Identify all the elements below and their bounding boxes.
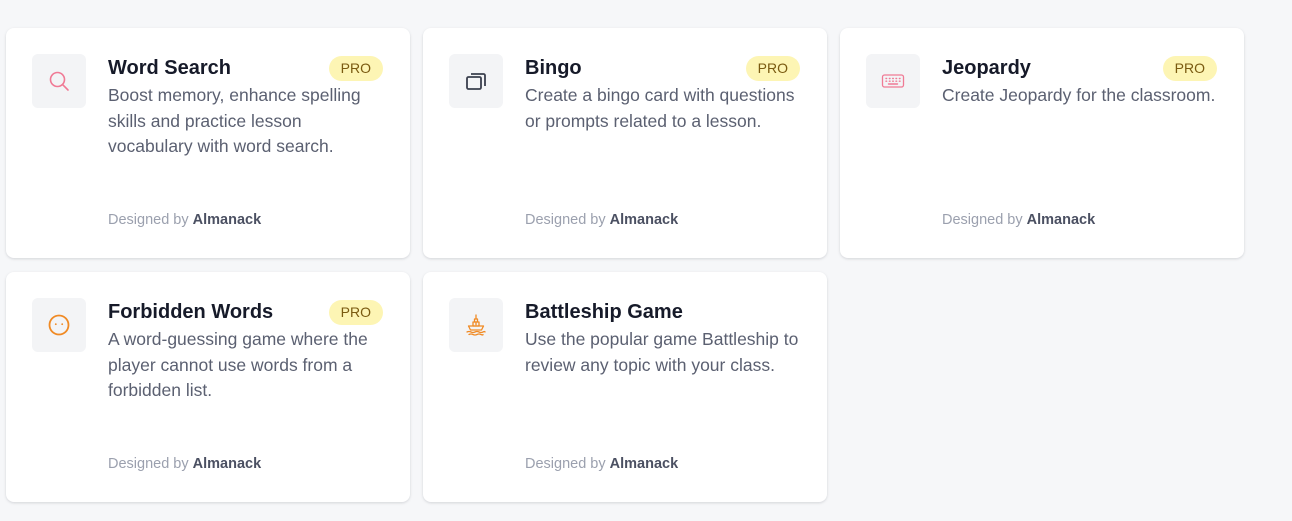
author-name: Almanack bbox=[609, 456, 679, 472]
game-card-word-search[interactable]: Word Search PRO Boost memory, enhance sp… bbox=[6, 28, 410, 258]
card-footer: Designed by Almanack bbox=[525, 456, 678, 472]
game-card-bingo[interactable]: Bingo PRO Create a bingo card with quest… bbox=[423, 28, 827, 258]
pro-badge: PRO bbox=[328, 300, 383, 325]
ship-icon bbox=[449, 298, 503, 352]
card-title: Bingo bbox=[525, 57, 582, 79]
keyboard-icon bbox=[866, 54, 920, 108]
card-description: Create a bingo card with questions or pr… bbox=[525, 85, 795, 131]
card-description: Boost memory, enhance spelling skills an… bbox=[108, 85, 361, 156]
card-footer: Designed by Almanack bbox=[108, 456, 261, 472]
search-icon bbox=[32, 54, 86, 108]
designed-by-label: Designed by bbox=[108, 456, 189, 472]
cards-stack-icon bbox=[449, 54, 503, 108]
author-name: Almanack bbox=[1026, 212, 1096, 228]
pro-badge: PRO bbox=[1162, 56, 1217, 81]
designed-by-label: Designed by bbox=[108, 212, 189, 228]
card-title: Battleship Game bbox=[525, 301, 683, 323]
card-footer: Designed by Almanack bbox=[942, 212, 1095, 228]
game-card-jeopardy[interactable]: Jeopardy PRO Create Jeopardy for the cla… bbox=[840, 28, 1244, 258]
designed-by-label: Designed by bbox=[525, 456, 606, 472]
card-description: Use the popular game Battleship to revie… bbox=[525, 329, 799, 375]
author-name: Almanack bbox=[192, 212, 262, 228]
designed-by-label: Designed by bbox=[525, 212, 606, 228]
card-description: A word-guessing game where the player ca… bbox=[108, 329, 368, 400]
game-card-forbidden-words[interactable]: Forbidden Words PRO A word-guessing game… bbox=[6, 272, 410, 502]
card-footer: Designed by Almanack bbox=[525, 212, 678, 228]
card-title: Jeopardy bbox=[942, 57, 1031, 79]
pro-badge: PRO bbox=[745, 56, 800, 81]
card-footer: Designed by Almanack bbox=[108, 212, 261, 228]
author-name: Almanack bbox=[609, 212, 679, 228]
pro-badge: PRO bbox=[328, 56, 383, 81]
card-description: Create Jeopardy for the classroom. bbox=[942, 85, 1216, 105]
game-card-battleship[interactable]: Battleship Game Use the popular game Bat… bbox=[423, 272, 827, 502]
card-title: Word Search bbox=[108, 57, 231, 79]
designed-by-label: Designed by bbox=[942, 212, 1023, 228]
author-name: Almanack bbox=[192, 456, 262, 472]
card-title: Forbidden Words bbox=[108, 301, 274, 323]
face-icon bbox=[32, 298, 86, 352]
